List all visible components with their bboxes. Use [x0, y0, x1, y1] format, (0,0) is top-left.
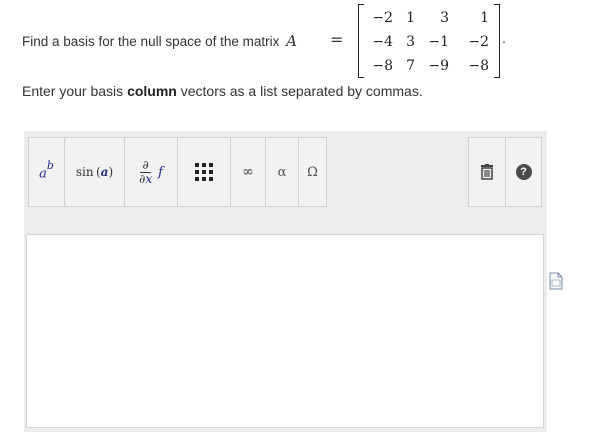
infinity-button[interactable]: ∞: [230, 137, 266, 207]
matrix-cell: 7: [406, 58, 415, 74]
sin-label: sin (a): [75, 165, 114, 179]
trash-icon: [481, 164, 493, 180]
matrix-cell: 1: [480, 10, 489, 26]
instruction-bold: column: [127, 83, 177, 99]
matrix-A: −2 1 3 1 −4 3 −1 −2 −8 7 −9 −8: [358, 4, 500, 78]
question-prompt: Find a basis for the null space of the m…: [22, 32, 297, 50]
alpha-icon: α: [277, 164, 287, 180]
partial-derivative-icon: ∂ ∂x f: [139, 157, 163, 186]
instruction: Enter your basis column vectors as a lis…: [22, 83, 423, 99]
matrix-cell: −2: [468, 34, 489, 50]
answer-input[interactable]: [26, 234, 544, 428]
question-text: Find a basis for the null space of the m…: [22, 34, 280, 49]
matrix-variable: A: [286, 32, 297, 50]
matrix-cell: −4: [372, 34, 393, 50]
matrix-cell: −8: [372, 58, 393, 74]
infinity-icon: ∞: [242, 164, 254, 180]
matrix-cell: −1: [428, 34, 449, 50]
superscript-icon: ab: [39, 159, 54, 182]
superscript-button[interactable]: ab: [28, 137, 65, 207]
omega-icon: Ω: [307, 164, 318, 180]
equals-sign: =: [330, 30, 344, 49]
matrix-entries: −2 1 3 1 −4 3 −1 −2 −8 7 −9 −8: [366, 6, 492, 78]
matrix-cell: −8: [468, 58, 489, 74]
help-icon: ?: [515, 164, 532, 180]
greek-alpha-button[interactable]: α: [265, 137, 299, 207]
clear-button[interactable]: [468, 137, 506, 207]
sentence-period: .: [502, 30, 506, 46]
matrix-cell: 1: [406, 10, 415, 26]
derivative-button[interactable]: ∂ ∂x f: [124, 137, 178, 207]
matrix-button[interactable]: [177, 137, 231, 207]
help-button[interactable]: ?: [505, 137, 542, 207]
matrix-cell: −9: [428, 58, 449, 74]
math-editor: ab sin (a) ∂ ∂x f ∞ α Ω ?: [24, 131, 547, 432]
document-icon[interactable]: [549, 272, 563, 290]
matrix-cell: 3: [440, 10, 449, 26]
left-bracket: [358, 4, 364, 78]
matrix-cell: 3: [406, 34, 415, 50]
sin-button[interactable]: sin (a): [64, 137, 125, 207]
matrix-icon: [195, 163, 213, 181]
instruction-start: Enter your basis: [22, 83, 128, 99]
right-bracket: [494, 4, 500, 78]
instruction-end: vectors as a list separated by commas.: [176, 83, 423, 99]
greek-omega-button[interactable]: Ω: [298, 137, 327, 207]
matrix-cell: −2: [372, 10, 393, 26]
